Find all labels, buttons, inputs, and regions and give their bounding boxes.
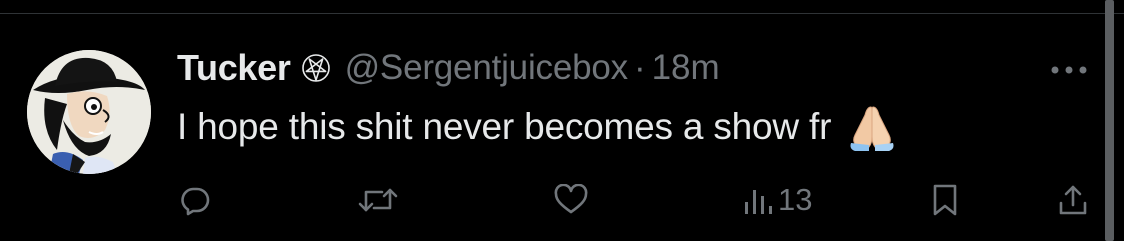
tweet-header: Tucker @Sergentjuicebox · 18m (177, 46, 720, 90)
tweet-text: I hope this shit never becomes a show fr (177, 103, 899, 151)
share-button[interactable] (1056, 178, 1090, 222)
more-icon (1051, 66, 1087, 74)
user-handle[interactable]: @Sergentjuicebox (345, 48, 629, 88)
bookmark-icon (933, 184, 957, 216)
more-options-button[interactable] (1046, 60, 1092, 80)
views-count: 13 (778, 182, 813, 217)
avatar[interactable] (27, 50, 151, 174)
retweet-button[interactable] (358, 178, 398, 222)
top-divider (0, 13, 1124, 14)
reply-icon (181, 187, 210, 216)
retweet-icon (358, 188, 398, 212)
views-icon (745, 190, 772, 214)
heart-icon (554, 184, 588, 214)
views-button[interactable]: 13 (742, 178, 812, 222)
like-button[interactable] (553, 178, 589, 222)
display-name[interactable]: Tucker (177, 47, 291, 89)
reply-button[interactable] (179, 178, 211, 222)
share-icon (1059, 185, 1087, 215)
tweet-text-content: I hope this shit never becomes a show fr (177, 106, 832, 147)
pentagram-icon (301, 53, 331, 83)
action-bar: 13 (0, 178, 1124, 222)
timestamp[interactable]: 18m (652, 48, 720, 88)
folded-hands-icon (845, 103, 899, 151)
separator-dot: · (633, 48, 646, 87)
bookmark-button[interactable] (930, 178, 960, 222)
